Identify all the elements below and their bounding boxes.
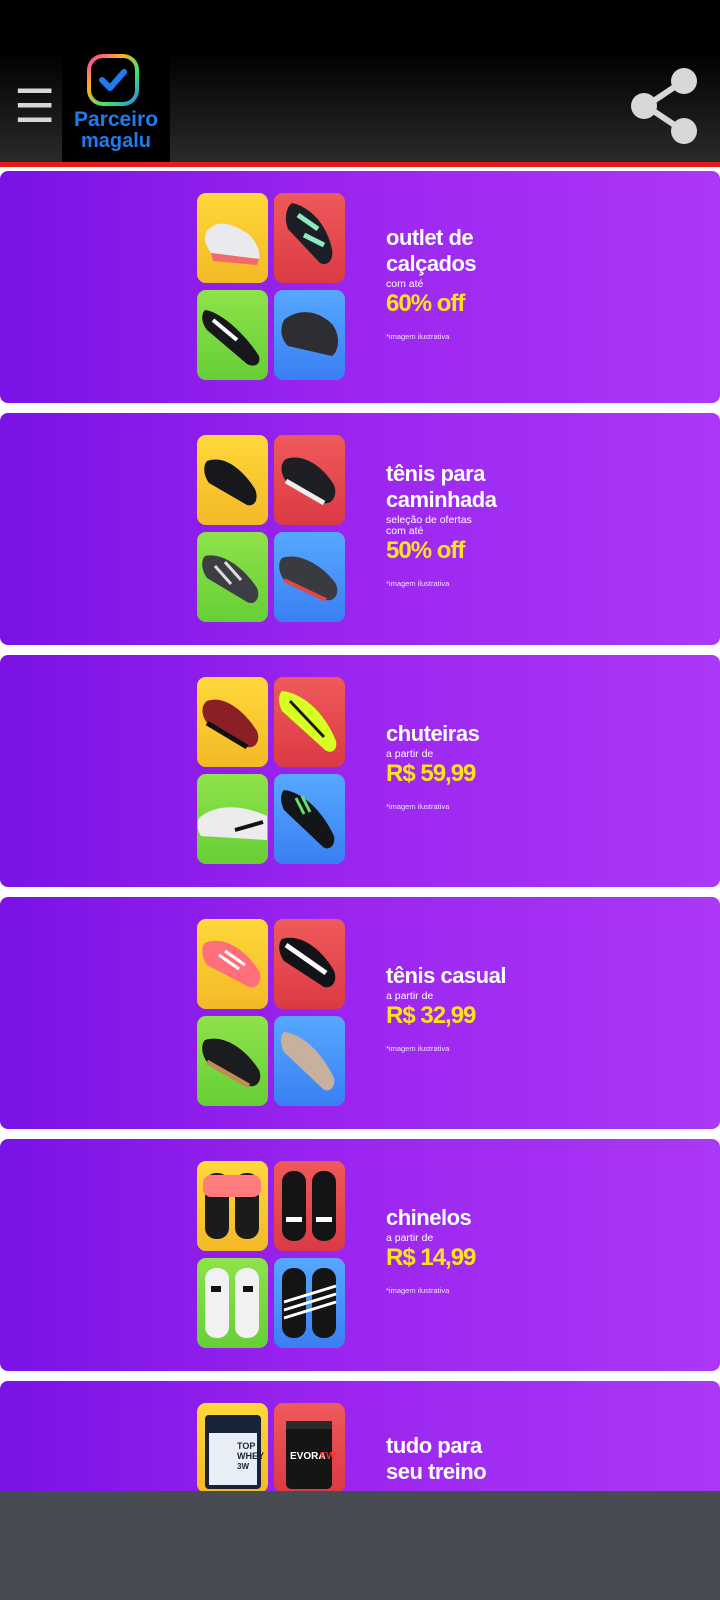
- card-price: 50% off: [386, 537, 465, 564]
- promo-list[interactable]: outlet de calçados com até 60% off *imag…: [0, 167, 720, 1491]
- card-subtitle: a partir de: [386, 1232, 434, 1244]
- product-tile: [197, 919, 268, 1009]
- card-title: calçados: [386, 251, 477, 276]
- card-price: R$ 14,99: [386, 1244, 476, 1271]
- card-title: caminhada: [386, 487, 497, 512]
- card-subtitle: a partir de: [386, 990, 434, 1002]
- product-tile: [274, 1161, 345, 1251]
- promo-card-chinelos[interactable]: chinelos a partir de R$ 14,99 *imagem il…: [0, 1139, 720, 1371]
- bottom-panel: [0, 1491, 720, 1600]
- product-tile: [274, 290, 345, 380]
- product-tile: [274, 435, 345, 525]
- product-tile: [197, 1161, 268, 1251]
- card-title: chuteiras: [386, 721, 480, 746]
- parceiro-magalu-logo[interactable]: Parceiro magalu: [62, 52, 170, 162]
- card-title: tênis para: [386, 461, 485, 486]
- product-tile: [197, 532, 268, 622]
- card-disclaimer: *imagem ilustrativa: [386, 332, 450, 341]
- logo-text-parceiro: Parceiro: [73, 108, 159, 131]
- product-tile: [197, 677, 268, 767]
- card-title: chinelos: [386, 1205, 472, 1230]
- promo-card-casual[interactable]: tênis casual a partir de R$ 32,99 *image…: [0, 897, 720, 1129]
- product-tag-text: 3W: [237, 1462, 249, 1471]
- product-tile: [197, 1258, 268, 1348]
- product-tile: [274, 193, 345, 283]
- card-price: R$ 32,99: [386, 1002, 476, 1029]
- product-tile: [274, 677, 345, 767]
- logo-text-magalu: magalu: [80, 130, 152, 152]
- card-title: seu treino: [386, 1459, 487, 1484]
- promo-card-treino[interactable]: TOP WHEY 3W EVORA FW tudo para seu trein…: [0, 1381, 720, 1491]
- promo-card-chuteiras[interactable]: chuteiras a partir de R$ 59,99 *imagem i…: [0, 655, 720, 887]
- card-price: 60% off: [386, 290, 465, 317]
- product-tile: EVORA FW: [274, 1403, 345, 1491]
- card-price: R$ 59,99: [386, 760, 476, 787]
- card-disclaimer: *imagem ilustrativa: [386, 579, 450, 588]
- card-subtitle: com até: [386, 278, 424, 290]
- product-tile: [274, 919, 345, 1009]
- product-tile: [274, 1016, 345, 1106]
- product-tile: [197, 193, 268, 283]
- product-tile: [197, 1016, 268, 1106]
- card-title: outlet de: [386, 225, 474, 250]
- share-icon[interactable]: [626, 66, 706, 146]
- promo-card-outlet[interactable]: outlet de calçados com até 60% off *imag…: [0, 171, 720, 403]
- card-disclaimer: *imagem ilustrativa: [386, 802, 450, 811]
- card-disclaimer: *imagem ilustrativa: [386, 1286, 450, 1295]
- product-name-text: WHEY: [237, 1451, 264, 1461]
- product-tile: [274, 1258, 345, 1348]
- card-subtitle: a partir de: [386, 748, 434, 760]
- product-tag-text: FW: [320, 1451, 336, 1462]
- product-tile: TOP WHEY 3W: [197, 1403, 268, 1491]
- card-subtitle: com até: [386, 525, 424, 537]
- hamburger-menu-icon[interactable]: ☰: [14, 82, 55, 130]
- product-tile: [197, 290, 268, 380]
- card-title: tudo para: [386, 1433, 482, 1458]
- card-title: tênis casual: [386, 963, 506, 988]
- product-tile: [197, 774, 268, 864]
- product-tile: [197, 435, 268, 525]
- product-brand-text: TOP: [237, 1441, 255, 1451]
- status-bar: [0, 0, 720, 52]
- card-disclaimer: *imagem ilustrativa: [386, 1044, 450, 1053]
- product-tile: [274, 532, 345, 622]
- product-tile: [274, 774, 345, 864]
- checkmark-icon: [87, 54, 139, 106]
- promo-card-caminhada[interactable]: tênis para caminhada seleção de ofertas …: [0, 413, 720, 645]
